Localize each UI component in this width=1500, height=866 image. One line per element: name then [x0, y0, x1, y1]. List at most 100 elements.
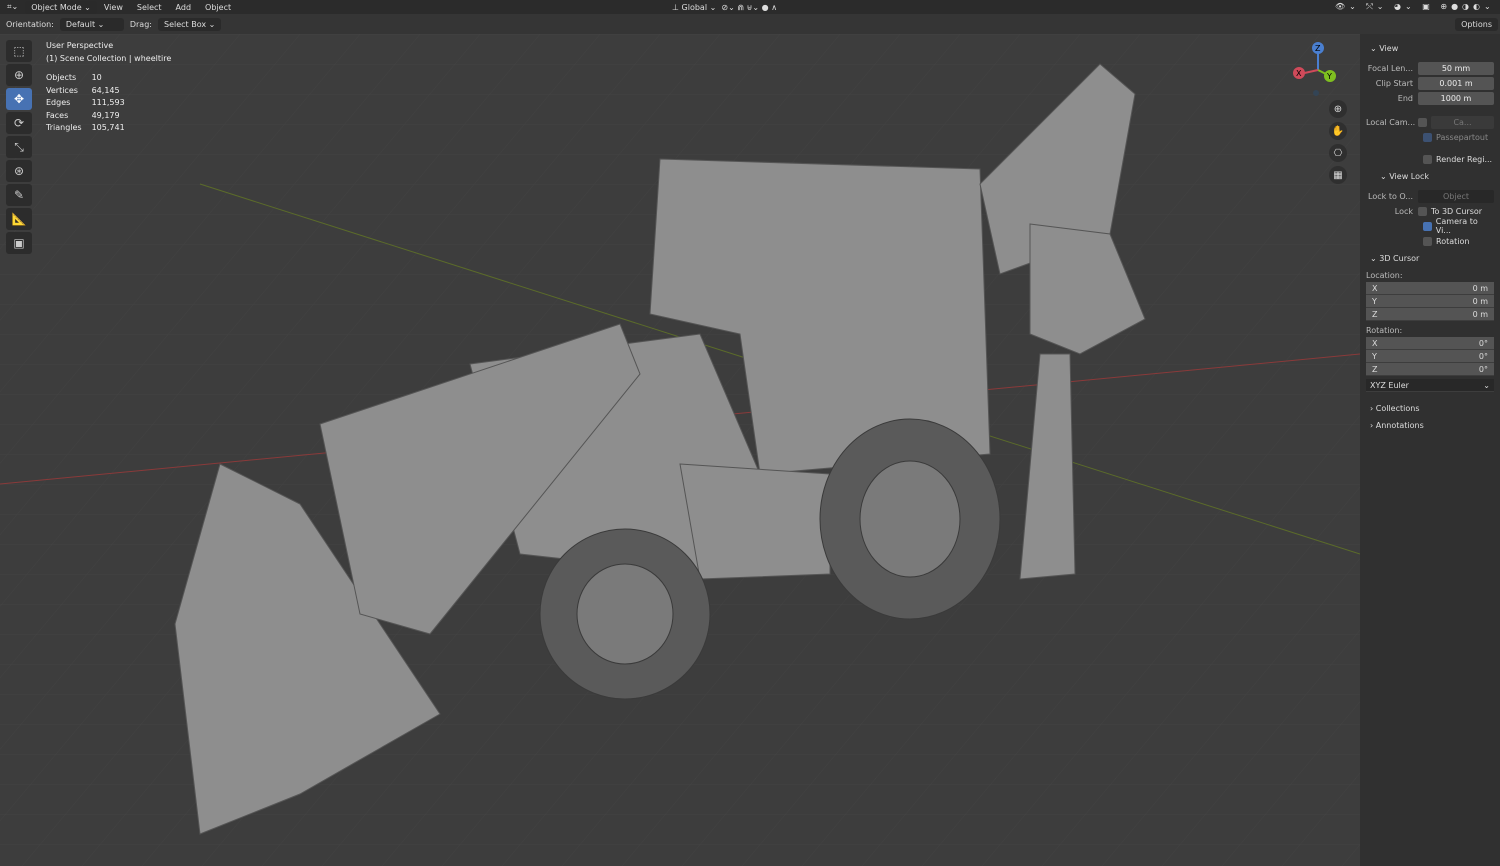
3d-cursor-title: 3D Cursor — [1379, 254, 1420, 263]
view-lock-header[interactable]: ⌄ View Lock — [1380, 172, 1494, 181]
focal-length-label: Focal Len... — [1367, 63, 1413, 73]
view-name: User Perspective — [46, 41, 114, 50]
stat-label: Objects — [46, 73, 77, 82]
stat-value: 49,179 — [91, 110, 120, 120]
options-button[interactable]: Options — [1455, 17, 1498, 31]
gizmo-y: Y — [1326, 72, 1332, 81]
collections-header[interactable]: › Collections — [1370, 404, 1494, 413]
rotation-lock-checkbox[interactable] — [1423, 236, 1432, 246]
local-camera-label: Local Cam... — [1366, 117, 1416, 127]
rotation-mode-value: XYZ Euler — [1370, 381, 1409, 390]
menu-add[interactable]: Add — [169, 3, 199, 12]
stat-value: 64,145 — [91, 85, 120, 95]
axis-label: Y — [1372, 297, 1377, 306]
location-label: Location: — [1366, 271, 1403, 280]
drag-label: Drag: — [129, 19, 152, 29]
rotation-lock-label: Rotation — [1436, 236, 1470, 246]
clip-start-label: Clip Start — [1375, 78, 1413, 88]
gizmo-x: X — [1296, 69, 1302, 78]
select-box-icon[interactable]: ⬚ — [6, 40, 32, 62]
camera-to-view-checkbox[interactable] — [1423, 221, 1432, 231]
axis-label: Z — [1372, 365, 1378, 374]
axis-value: 0 m — [1472, 297, 1488, 306]
axis-value: 0° — [1478, 339, 1488, 348]
clip-end-label: End — [1397, 93, 1413, 103]
stat-label: Vertices — [46, 85, 78, 95]
axis-label: Y — [1372, 352, 1377, 361]
local-camera-checkbox[interactable] — [1418, 117, 1427, 127]
rotation-z-field[interactable]: Z 0° — [1366, 363, 1494, 376]
to-3d-cursor-checkbox[interactable] — [1418, 206, 1427, 216]
focal-length-field[interactable]: 50 mm — [1418, 61, 1494, 75]
scene-statistics: Objects 10 Vertices 64,145 Edges 111,593 Fa… — [46, 72, 135, 135]
location-x-field[interactable]: X 0 m — [1366, 282, 1494, 295]
navigation-gizmo[interactable]: Z Y X — [1290, 40, 1346, 96]
zoom-icon[interactable]: ⊕ — [1329, 100, 1347, 118]
clip-start-field[interactable]: 0.001 m — [1418, 76, 1494, 90]
menu-select[interactable]: Select — [130, 3, 169, 12]
rotation-y-field[interactable]: Y 0° — [1366, 350, 1494, 363]
viewport-scene — [0, 34, 1360, 866]
orientation-value: Default — [65, 19, 96, 29]
axis-value: 0 m — [1472, 284, 1488, 293]
render-region-label: Render Regi... — [1436, 154, 1493, 164]
viewport-shading-buttons[interactable]: 👁⌄ ⤲⌄ ◕⌄ ▣ ⊕●◑◐⌄ — [1335, 2, 1495, 12]
sidebar-n-panel: ⌄ View Focal Len... 50 mm Clip Start 0.001… — [1360, 34, 1500, 866]
local-camera-field[interactable]: Ca... — [1431, 115, 1494, 129]
clip-end-field[interactable]: 1000 m — [1418, 91, 1494, 105]
menu-view[interactable]: View — [97, 3, 130, 12]
stat-label: Faces — [46, 110, 69, 120]
view-section-header[interactable]: ⌄ View — [1370, 44, 1494, 53]
menu-object[interactable]: Object — [198, 3, 238, 12]
axis-label: X — [1372, 284, 1378, 293]
transform-icon[interactable]: ⊛ — [6, 160, 32, 182]
mode-label: Object Mode — [31, 2, 82, 12]
3d-viewport[interactable] — [0, 34, 1360, 866]
pan-hand-icon[interactable]: ✋ — [1329, 122, 1347, 140]
rotation-x-field[interactable]: X 0° — [1366, 337, 1494, 350]
view-section-title: View — [1379, 44, 1399, 53]
lock-label: Lock — [1394, 206, 1413, 216]
editor-type-icon[interactable]: ⌗⌄ — [0, 2, 25, 12]
perspective-grid-icon[interactable]: ▦ — [1329, 166, 1347, 184]
view-lock-title: View Lock — [1389, 172, 1430, 181]
camera-view-icon[interactable]: ⎔ — [1329, 144, 1347, 162]
viewport-info: User Perspective (1) Scene Collection | … — [46, 40, 171, 135]
tool-shelf: ⬚ ⊕ ✥ ⟳ ⤡ ⊛ ✎ 📐 ▣ — [6, 40, 34, 254]
annotations-header[interactable]: › Annotations — [1370, 421, 1494, 430]
stat-value: 105,741 — [91, 123, 125, 132]
camera-to-view-label: Camera to Vi... — [1435, 217, 1478, 235]
drag-value: Select Box — [163, 19, 207, 29]
orientation-select[interactable]: Default ⌄ — [59, 17, 124, 31]
render-region-checkbox[interactable] — [1423, 154, 1432, 164]
transform-orientation[interactable]: ⊥ Global ⌄ ⊘⌄ ⋒ ⊌⌄ ● ∧ — [672, 3, 777, 12]
axis-label: Z — [1372, 310, 1378, 319]
axis-label: X — [1372, 339, 1378, 348]
lock-object-field[interactable]: Object — [1418, 189, 1494, 203]
passepartout-checkbox[interactable] — [1423, 132, 1432, 142]
drag-select[interactable]: Select Box ⌄ — [157, 17, 222, 31]
stat-value: 10 — [91, 73, 102, 82]
measure-icon[interactable]: 📐 — [6, 208, 32, 230]
collection-name: (1) Scene Collection | wheeltire — [46, 53, 172, 63]
rotation-mode-select[interactable]: XYZ Euler ⌄ — [1366, 379, 1494, 392]
tool-header: Orientation: Default ⌄ Drag: Select Box … — [0, 14, 1500, 34]
stat-label: Triangles — [46, 123, 82, 132]
collections-title: Collections — [1375, 404, 1420, 413]
annotations-title: Annotations — [1375, 421, 1424, 430]
annotate-icon[interactable]: ✎ — [6, 184, 32, 206]
mode-select[interactable]: Object Mode ⌄ — [25, 0, 97, 14]
location-y-field[interactable]: Y 0 m — [1366, 295, 1494, 308]
location-z-field[interactable]: Z 0 m — [1366, 308, 1494, 321]
to-3d-cursor-label: To 3D Cursor — [1431, 206, 1483, 216]
cursor-icon[interactable]: ⊕ — [6, 64, 32, 86]
3d-cursor-header[interactable]: ⌄ 3D Cursor — [1370, 254, 1494, 263]
rotate-icon[interactable]: ⟳ — [6, 112, 32, 134]
passepartout-label: Passepartout — [1436, 132, 1489, 142]
add-cube-icon[interactable]: ▣ — [6, 232, 32, 254]
scale-icon[interactable]: ⤡ — [6, 136, 32, 158]
lock-to-object-label: Lock to O... — [1368, 191, 1413, 201]
move-icon[interactable]: ✥ — [6, 88, 32, 110]
transform-label: Global — [681, 2, 708, 12]
axis-value: 0° — [1478, 365, 1488, 374]
